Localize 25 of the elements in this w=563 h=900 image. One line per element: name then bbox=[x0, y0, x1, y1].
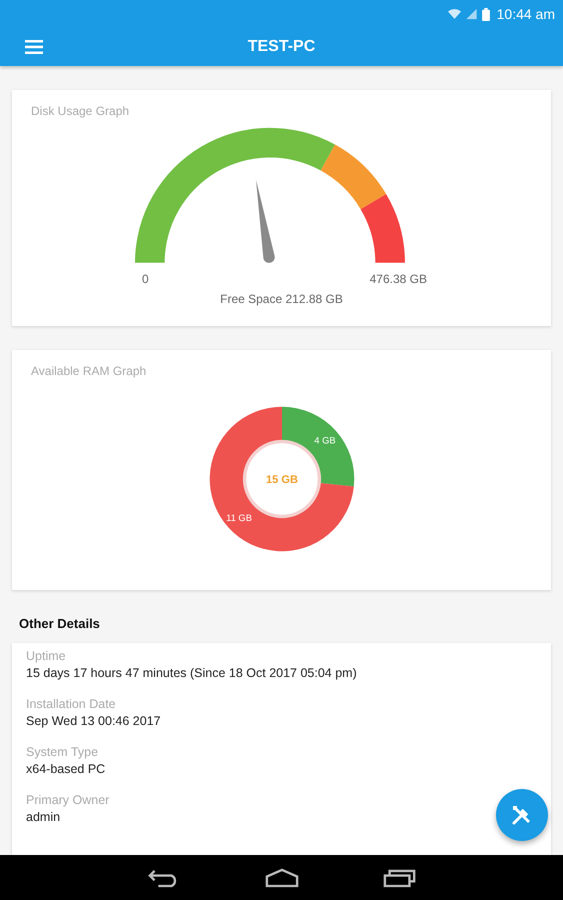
detail-value: x64-based PC bbox=[26, 762, 106, 776]
detail-value: Sep Wed 13 00:46 2017 bbox=[26, 714, 161, 728]
card-title: Available RAM Graph bbox=[30, 363, 146, 378]
signal-icon bbox=[464, 8, 478, 20]
gauge-max-label: 476.38 GB bbox=[370, 272, 427, 286]
gauge-min-label: 0 bbox=[142, 272, 149, 286]
menu-icon[interactable] bbox=[25, 40, 43, 54]
detail-label: Installation Date bbox=[26, 697, 116, 711]
detail-value: 15 days 17 hours 47 minutes (Since 18 Oct 2017 05:04 pm) bbox=[26, 666, 357, 680]
card-title: Disk Usage Graph bbox=[30, 103, 130, 118]
total-label: 15 GB bbox=[266, 474, 298, 486]
free-space-reading: Free Space 212.88 GB bbox=[220, 292, 343, 306]
wifi-icon bbox=[448, 8, 461, 20]
section-heading: Other Details bbox=[19, 616, 100, 631]
slice-label: 4 GB bbox=[314, 436, 336, 446]
detail-value: admin bbox=[26, 810, 60, 824]
home-icon[interactable] bbox=[264, 867, 298, 888]
detail-label: System Type bbox=[26, 745, 98, 759]
app-title: TEST-PC bbox=[248, 38, 316, 56]
battery-icon bbox=[482, 8, 490, 20]
slice-label: 11 GB bbox=[226, 513, 252, 524]
detail-label: Uptime bbox=[26, 649, 66, 663]
status-time: 10:44 am bbox=[496, 6, 555, 22]
recents-icon[interactable] bbox=[382, 867, 416, 888]
detail-label: Primary Owner bbox=[26, 793, 110, 807]
